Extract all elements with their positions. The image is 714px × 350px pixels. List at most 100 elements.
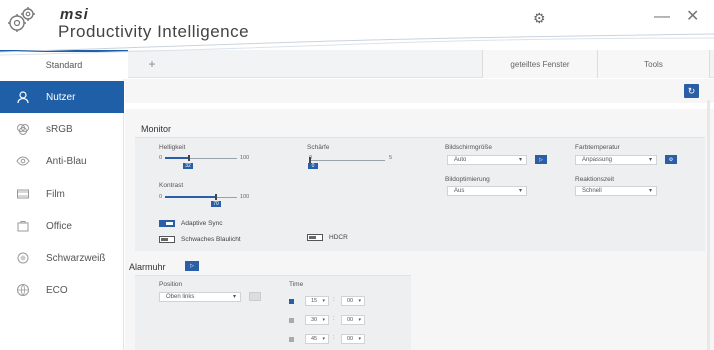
minutes-value: 30 bbox=[311, 317, 318, 323]
contrast-knob[interactable] bbox=[215, 194, 217, 200]
position-dropdown[interactable]: Oben links ▾ bbox=[159, 292, 241, 302]
sharpness-label: Schärfe bbox=[307, 144, 330, 151]
monitor-panel: Helligkeit 0 100 32 Kontrast 0 100 70 Ad… bbox=[135, 137, 705, 251]
alarm-row-1-checkbox[interactable] bbox=[289, 299, 294, 304]
alarm-row-1-minutes[interactable]: 15 ▾ bbox=[305, 296, 329, 306]
image-optimization-dropdown[interactable]: Aus ▾ bbox=[447, 186, 527, 196]
brightness-value: 32 bbox=[183, 163, 193, 169]
sidebar-item-srgb[interactable]: sRGB bbox=[0, 113, 124, 145]
screen-size-value: Auto bbox=[454, 157, 467, 163]
contrast-max: 100 bbox=[240, 194, 250, 200]
color-temperature-settings-button[interactable]: ⚙ bbox=[665, 155, 677, 164]
position-action-button[interactable] bbox=[249, 292, 261, 301]
low-blue-light-toggle[interactable] bbox=[159, 236, 175, 243]
grayscale-icon bbox=[16, 251, 30, 265]
contrast-min: 0 bbox=[159, 194, 163, 200]
sidebar-item-nutzer[interactable]: Nutzer bbox=[0, 81, 124, 113]
screen-size-dropdown[interactable]: Auto ▾ bbox=[447, 155, 527, 165]
contrast-value: 70 bbox=[211, 201, 221, 207]
sidebar-item-anti-blau[interactable]: Anti-Blau bbox=[0, 145, 124, 177]
time-separator: : bbox=[333, 316, 335, 322]
chevron-down-icon: ▾ bbox=[358, 298, 361, 304]
chevron-down-icon: ▾ bbox=[648, 157, 652, 163]
sharpness-value: 0 bbox=[308, 163, 318, 169]
image-optimization-value: Aus bbox=[454, 188, 465, 194]
contrast-slider[interactable] bbox=[165, 194, 237, 200]
chevron-down-icon: ▾ bbox=[518, 188, 522, 194]
brand-logo: msi bbox=[60, 6, 89, 23]
decorative-curve bbox=[0, 33, 714, 56]
brightness-label: Helligkeit bbox=[159, 144, 186, 151]
adaptive-sync-label: Adaptive Sync bbox=[181, 220, 223, 227]
sidebar-item-label: Nutzer bbox=[46, 91, 76, 103]
play-icon: ▷ bbox=[190, 263, 194, 269]
time-separator: : bbox=[333, 297, 335, 303]
screen-size-play-button[interactable]: ▷ bbox=[535, 155, 547, 164]
alarm-row-3-checkbox[interactable] bbox=[289, 337, 294, 342]
hdcr-label: HDCR bbox=[329, 234, 348, 241]
sidebar-item-label: Anti-Blau bbox=[46, 155, 87, 167]
sidebar-item-schwarzweiss[interactable]: Schwarzweiß bbox=[0, 242, 124, 274]
main-content: ↻ Monitor Helligkeit 0 100 32 Kontrast 0… bbox=[125, 79, 714, 350]
alarm-row-2-checkbox[interactable] bbox=[289, 318, 294, 323]
refresh-icon: ↻ bbox=[687, 85, 696, 96]
time-label: Time bbox=[289, 281, 304, 288]
sidebar-item-label: ECO bbox=[46, 284, 68, 296]
brightness-fill bbox=[165, 157, 188, 159]
reset-button[interactable]: ↻ bbox=[684, 84, 699, 98]
hdcr-toggle[interactable] bbox=[307, 234, 323, 241]
chevron-down-icon: ▾ bbox=[648, 188, 652, 194]
sidebar-item-label: Film bbox=[46, 188, 65, 200]
response-time-value: Schnell bbox=[582, 188, 602, 194]
position-value: Oben links bbox=[166, 294, 195, 300]
srgb-icon bbox=[16, 122, 30, 136]
film-icon bbox=[16, 187, 30, 201]
brightness-knob[interactable] bbox=[188, 155, 190, 161]
eye-icon bbox=[16, 154, 30, 168]
sidebar-item-film[interactable]: Film bbox=[0, 178, 124, 210]
alarm-row-3-minutes[interactable]: 45 ▾ bbox=[305, 334, 329, 344]
alarm-row-1-seconds[interactable]: 00 ▾ bbox=[341, 296, 365, 306]
close-button[interactable]: ✕ bbox=[686, 6, 699, 26]
office-icon bbox=[16, 219, 30, 233]
minimize-button[interactable]: — bbox=[654, 8, 670, 26]
color-temperature-value: Anpassung bbox=[582, 157, 613, 163]
alarm-panel: Position Oben links ▾ Time 15 ▾ : 00 ▾ 30 ▾… bbox=[135, 275, 411, 350]
gear-icon: ⚙ bbox=[668, 156, 674, 163]
seconds-value: 00 bbox=[347, 336, 354, 342]
sidebar-item-label: sRGB bbox=[46, 123, 73, 135]
sidebar-item-office[interactable]: Office bbox=[0, 210, 124, 242]
color-temperature-dropdown[interactable]: Anpassung ▾ bbox=[575, 155, 657, 165]
seconds-value: 00 bbox=[347, 298, 354, 304]
brightness-slider[interactable] bbox=[165, 155, 237, 161]
chevron-down-icon: ▾ bbox=[518, 157, 522, 163]
alarm-row-3-seconds[interactable]: 00 ▾ bbox=[341, 334, 365, 344]
alarm-play-button[interactable]: ▷ bbox=[185, 261, 199, 271]
brightness-max: 100 bbox=[240, 155, 250, 161]
chevron-down-icon: ▾ bbox=[322, 317, 325, 323]
alarm-row-2-minutes[interactable]: 30 ▾ bbox=[305, 315, 329, 325]
response-time-dropdown[interactable]: Schnell ▾ bbox=[575, 186, 657, 196]
brightness-min: 0 bbox=[159, 155, 163, 161]
chevron-down-icon: ▾ bbox=[232, 294, 236, 300]
settings-gear-icon[interactable]: ⚙ bbox=[533, 10, 546, 27]
alarm-section-title: Alarmuhr bbox=[129, 262, 166, 272]
seconds-value: 00 bbox=[347, 317, 354, 323]
sidebar-item-eco[interactable]: ECO bbox=[0, 274, 124, 306]
screen-size-label: Bildschirmgröße bbox=[445, 144, 492, 151]
sharpness-slider[interactable] bbox=[309, 157, 385, 163]
contrast-label: Kontrast bbox=[159, 182, 184, 189]
user-icon bbox=[16, 90, 30, 104]
play-icon: ▷ bbox=[539, 156, 543, 163]
chevron-down-icon: ▾ bbox=[322, 336, 325, 342]
monitor-section-title: Monitor bbox=[141, 124, 172, 134]
sidebar: Nutzer sRGB Anti-Blau Film Office Schwar… bbox=[0, 79, 124, 350]
divider bbox=[125, 103, 714, 109]
contrast-fill bbox=[165, 196, 215, 198]
chevron-down-icon: ▾ bbox=[322, 298, 325, 304]
scrollbar[interactable] bbox=[707, 100, 710, 350]
image-optimization-label: Bildoptimierung bbox=[445, 176, 490, 183]
alarm-row-2-seconds[interactable]: 00 ▾ bbox=[341, 315, 365, 325]
sharpness-max: 5 bbox=[389, 155, 393, 161]
adaptive-sync-toggle[interactable] bbox=[159, 220, 175, 227]
